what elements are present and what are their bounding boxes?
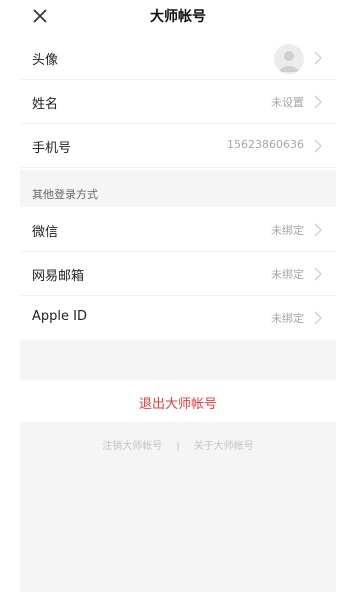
footer-area: 注销大师帐号 | 关于大师帐号: [20, 422, 336, 592]
account-settings-page: 大师帐号 头像 姓名 未设置 手机号 15623860636 其他登录方式 微信…: [0, 0, 344, 592]
chevron-right-icon: [314, 267, 322, 281]
name-label: 姓名: [32, 97, 59, 112]
wechat-label: 微信: [32, 225, 59, 240]
avatar-label: 头像: [32, 53, 59, 68]
apple-id-status: 未绑定: [271, 312, 304, 325]
chevron-right-icon: [314, 95, 322, 109]
wechat-row[interactable]: 微信 未绑定: [20, 208, 336, 252]
chevron-right-icon: [314, 311, 322, 325]
phone-value: 15623860636: [227, 138, 304, 151]
top-bar: 大师帐号: [20, 0, 336, 34]
link-separator: |: [176, 441, 180, 452]
phone-row[interactable]: 手机号 15623860636: [20, 124, 336, 168]
chevron-right-icon: [314, 51, 322, 65]
apple-id-label: Apple ID: [32, 309, 87, 324]
netease-mail-row[interactable]: 网易邮箱 未绑定: [20, 252, 336, 296]
wechat-status: 未绑定: [271, 224, 304, 237]
name-value: 未设置: [271, 96, 304, 109]
avatar-row[interactable]: 头像: [20, 36, 336, 80]
logout-button[interactable]: 退出大师帐号: [20, 380, 336, 422]
name-row[interactable]: 姓名 未设置: [20, 80, 336, 124]
apple-id-row[interactable]: Apple ID 未绑定: [20, 296, 336, 340]
chevron-right-icon: [314, 223, 322, 237]
phone-label: 手机号: [32, 141, 72, 156]
login-methods-section-header: 其他登录方式: [20, 170, 336, 207]
netease-mail-status: 未绑定: [271, 268, 304, 281]
logout-label: 退出大师帐号: [138, 397, 217, 412]
section-gap: [20, 340, 336, 380]
cancel-account-link[interactable]: 注销大师帐号: [102, 441, 162, 452]
chevron-right-icon: [314, 139, 322, 153]
section-title: 其他登录方式: [32, 188, 98, 201]
footer-links: 注销大师帐号 | 关于大师帐号: [20, 437, 336, 452]
user-placeholder-icon: [279, 51, 299, 72]
avatar[interactable]: [274, 44, 304, 74]
netease-mail-label: 网易邮箱: [32, 269, 85, 284]
about-account-link[interactable]: 关于大师帐号: [194, 441, 254, 452]
page-title: 大师帐号: [150, 9, 206, 25]
